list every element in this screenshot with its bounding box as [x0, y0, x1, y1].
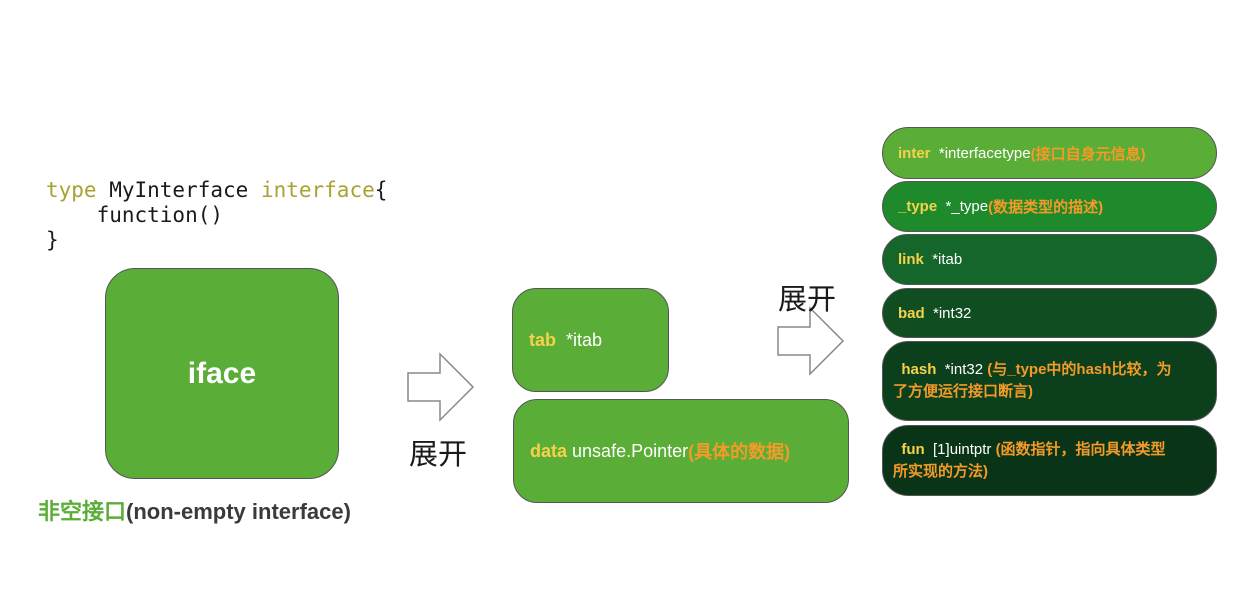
itab-field-type: *_type — [945, 198, 989, 215]
itab-field-type: [1]uintptr — [933, 440, 996, 458]
expand-arrow-icon — [407, 352, 475, 422]
itab-field-link: link *itab — [882, 234, 1217, 285]
itab-field-note: (与_type中的hash比较，为 — [987, 361, 1172, 378]
data-field-name: data — [530, 440, 568, 461]
itab-field-name: bad — [898, 304, 925, 322]
itab-field-type: *itab — [932, 251, 963, 268]
code-open-brace: { — [374, 178, 388, 202]
iface-caption: 非空接口(non-empty interface) — [38, 494, 351, 526]
itab-field-line-1: hash *int32 (与_type中的hash比较，为 — [893, 359, 1171, 381]
itab-field-note-cont: 了方便运行接口断言) — [893, 383, 1033, 400]
data-field-note: (具体的数据) — [688, 442, 791, 462]
code-interface-name: MyInterface — [96, 178, 261, 202]
itab-field-type: *int32 — [933, 304, 972, 322]
iface-box: iface — [105, 268, 339, 479]
itab-field-name: inter — [898, 144, 931, 162]
tab-field-name: tab — [529, 329, 556, 350]
expand-label-2: 展开 — [778, 284, 837, 316]
itab-field-type: *int32 — [944, 361, 988, 378]
caption-chinese: 非空接口 — [38, 499, 127, 524]
code-close-brace: } — [46, 228, 59, 252]
code-snippet: type MyInterface interface{ function() } — [46, 178, 387, 253]
itab-field-type: *interfacetype — [938, 144, 1031, 162]
code-method: function() — [46, 203, 224, 227]
itab-field-name: _type — [898, 198, 938, 215]
data-field-type: unsafe.Pointer — [572, 440, 689, 461]
tab-field-type: *itab — [566, 329, 603, 350]
itab-field-line-1: fun [1]uintptr (函数指针，指向具体类型 — [893, 439, 1166, 461]
caption-english: (non-empty interface) — [126, 499, 351, 524]
itab-field-line-2: 所实现的方法) — [893, 461, 988, 483]
itab-field-name: fun — [901, 440, 925, 458]
itab-field-note: (函数指针，指向具体类型 — [995, 440, 1166, 458]
expand-label-1: 展开 — [409, 439, 468, 471]
data-field-box: data unsafe.Pointer (具体的数据) — [513, 399, 849, 503]
itab-field-hash: hash *int32 (与_type中的hash比较，为 了方便运行接口断言) — [882, 341, 1217, 421]
code-keyword-interface: interface — [260, 178, 375, 202]
itab-field-fun: fun [1]uintptr (函数指针，指向具体类型 所实现的方法) — [882, 425, 1217, 496]
itab-field-inter: inter *interfacetype (接口自身元信息) — [882, 127, 1217, 179]
itab-field-bad: bad *int32 — [882, 288, 1217, 338]
itab-field-type: _type *_type (数据类型的描述) — [882, 181, 1217, 232]
itab-field-note-cont: 所实现的方法) — [893, 462, 988, 480]
itab-field-note: (数据类型的描述) — [988, 199, 1104, 216]
itab-field-note: (接口自身元信息) — [1030, 145, 1146, 163]
tab-field-box: tab *itab — [512, 288, 669, 392]
itab-field-line-2: 了方便运行接口断言) — [893, 381, 1033, 403]
iface-label: iface — [187, 356, 257, 390]
itab-field-name: link — [898, 251, 924, 268]
code-keyword-type: type — [46, 178, 97, 202]
itab-field-name: hash — [901, 361, 937, 378]
